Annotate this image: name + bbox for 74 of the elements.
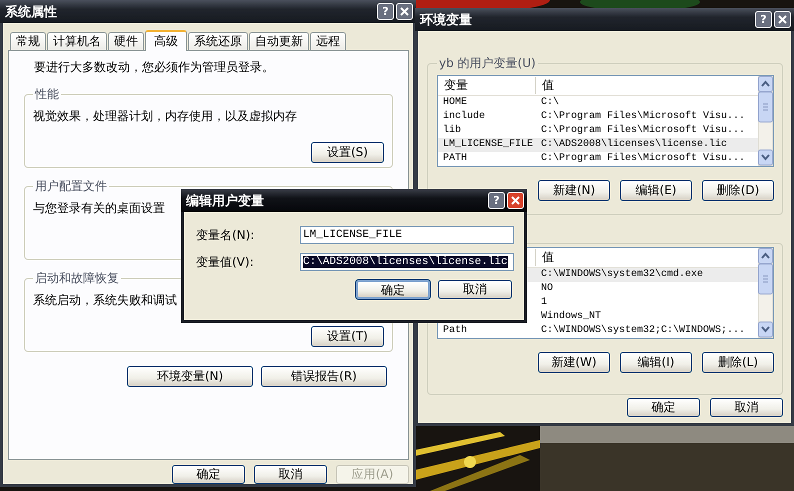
table-cell-text: PATH <box>442 152 468 166</box>
table-cell-text: C:\ADS2008\licenses\license.lic <box>540 138 728 152</box>
table-cell-text: HOME <box>442 96 468 110</box>
table-cell-text: C:\Program Files\Microsoft Visu... <box>540 110 746 124</box>
list-row[interactable]: PATH C:\Program Files\Microsoft Visu... <box>438 152 758 166</box>
table-cell-text: 1 <box>540 296 548 310</box>
scrollbar[interactable] <box>758 248 773 338</box>
dialog-button[interactable]: 删除(L) <box>702 352 774 373</box>
field-label: 变量值(V): <box>196 254 255 270</box>
table-cell-text: C:\Program Files\Microsoft Visu... <box>540 124 746 138</box>
dialog-button[interactable]: 取消 <box>438 280 512 299</box>
window-title: 编辑用户变量 <box>186 192 264 210</box>
close-button[interactable] <box>507 192 524 209</box>
table-cell-text: C:\WINDOWS\system32;C:\WINDOWS;... <box>540 324 746 338</box>
tab[interactable]: 系统还原 <box>188 32 248 50</box>
dialog-button[interactable]: 环境变量(N) <box>127 366 253 387</box>
field-label: 变量名(N): <box>196 226 256 244</box>
input-field[interactable]: C:\ADS2008\licenses\license.lic <box>300 253 514 271</box>
window-title: 环境变量 <box>420 12 472 28</box>
table-cell-text: C:\WINDOWS\system32\cmd.exe <box>540 268 704 282</box>
table-cell-text: Path <box>442 324 468 338</box>
dialog-button[interactable]: 错误报告(R) <box>261 366 387 387</box>
tab[interactable]: 远程 <box>310 32 346 50</box>
group-title: 性能 <box>34 86 60 103</box>
tab[interactable]: 常规 <box>10 32 46 50</box>
dialog-button[interactable]: 确定 <box>627 398 700 417</box>
list-row[interactable]: include C:\Program Files\Microsoft Visu... <box>438 110 758 124</box>
list-row[interactable]: LM_LICENSE_FILE C:\ADS2008\licenses\license.lic <box>438 138 758 152</box>
dialog-button[interactable]: 取消 <box>254 465 327 484</box>
table-cell-text: C:\Program Files\Microsoft Visu... <box>540 152 746 166</box>
dialog-button[interactable]: 确定 <box>172 465 245 484</box>
group-description: 视觉效果，处理器计划，内存使用，以及虚拟内存 <box>33 108 297 125</box>
close-icon <box>511 196 520 205</box>
scrollbar[interactable] <box>758 76 773 166</box>
group-description: 与您登录有关的桌面设置 <box>33 200 165 217</box>
table-cell-text: lib <box>442 124 462 138</box>
list-row[interactable]: lib C:\Program Files\Microsoft Visu... <box>438 124 758 138</box>
table-cell-text: Windows_NT <box>540 310 602 324</box>
list-row[interactable]: Path C:\WINDOWS\system32;C:\WINDOWS;... <box>438 324 758 338</box>
help-button[interactable]: ? <box>488 192 505 209</box>
window-title: 系统属性 <box>5 4 57 20</box>
table-cell-text: include <box>442 110 486 124</box>
tab[interactable]: 硬件 <box>108 32 144 50</box>
column-header[interactable]: 值 <box>536 249 758 266</box>
help-button[interactable]: ? <box>755 11 772 28</box>
close-button[interactable] <box>774 11 791 28</box>
group-title: 启动和故障恢复 <box>34 270 120 287</box>
tab[interactable]: 计算机名 <box>47 32 107 50</box>
settings-button[interactable]: 设置(S) <box>311 142 384 163</box>
group-title: 用户配置文件 <box>34 178 108 195</box>
group-title: yb 的用户变量(U) <box>438 55 537 72</box>
close-button[interactable] <box>396 3 413 20</box>
table-cell-text: LM_LICENSE_FILE <box>442 138 534 152</box>
tab[interactable]: 高级 <box>145 30 187 51</box>
notice-text: 要进行大多数改动，您必须作为管理员登录。 <box>34 59 275 76</box>
tab[interactable]: 自动更新 <box>249 32 309 50</box>
dialog-button[interactable]: 取消 <box>710 398 783 417</box>
dialog-button[interactable]: 确定 <box>356 280 430 299</box>
group-description: 系统启动，系统失败和调试 <box>33 292 177 309</box>
table-cell-text: C:\ <box>540 96 560 110</box>
settings-button[interactable]: 设置(T) <box>311 326 384 347</box>
dialog-button[interactable]: 新建(W) <box>538 352 610 373</box>
close-icon <box>778 15 787 24</box>
dialog-button[interactable]: 编辑(I) <box>620 352 692 373</box>
list-row[interactable]: HOME C:\ <box>438 96 758 110</box>
column-header[interactable]: 变量 <box>438 77 536 94</box>
dialog-button[interactable]: 编辑(E) <box>620 180 692 201</box>
close-icon <box>400 7 409 16</box>
variable-list[interactable]: 变量 值 HOME C:\ include C:\Program Files\Microsoft Visu... lib C:\Program Files\Microsoft Visu... LM_LICENSE_FILE C:\ADS2008\licenses\license.lic PATH C:\Program Files\Microsoft Visu... <box>437 75 774 167</box>
dialog-button[interactable]: 删除(D) <box>702 180 774 201</box>
input-field[interactable]: LM_LICENSE_FILE <box>300 226 514 244</box>
column-header[interactable]: 值 <box>536 77 758 94</box>
help-button[interactable]: ? <box>377 3 394 20</box>
dialog-button[interactable]: 新建(N) <box>538 180 610 201</box>
